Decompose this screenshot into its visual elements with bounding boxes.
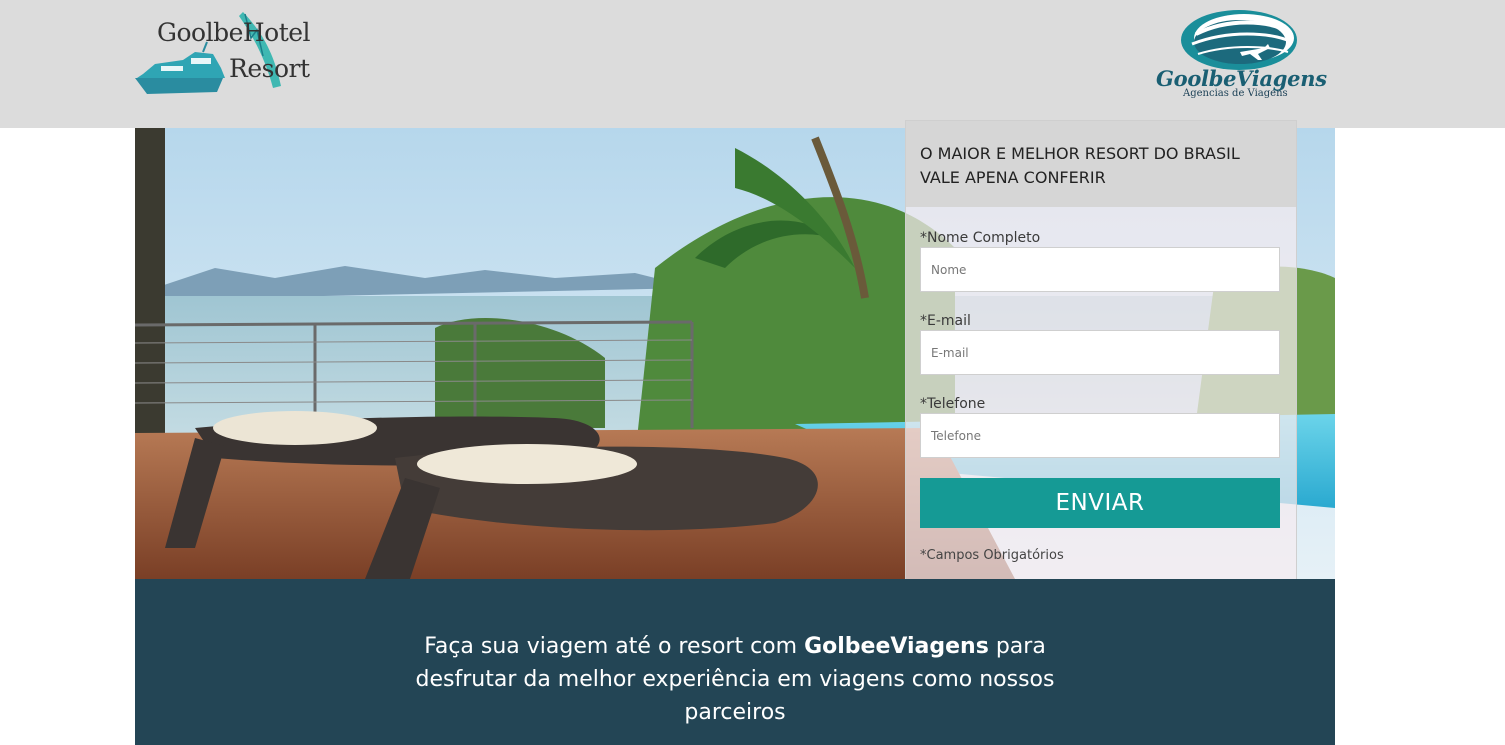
form-heading: O MAIOR E MELHOR RESORT DO BRASIL VALE A… [906,121,1296,207]
submit-button[interactable]: ENVIAR [920,478,1280,528]
form-body: *Nome Completo Nome *E-mail E-mail *Tele… [906,207,1296,563]
required-fields-note: *Campos Obrigatórios [920,548,1064,563]
form-heading-line2: VALE APENA CONFERIR [920,168,1106,187]
logo-text-line1: GoolbeHotel [157,18,311,47]
footer-text-before: Faça sua viagem até o resort com [424,634,805,659]
name-input[interactable]: Nome [920,247,1280,292]
footer-line2: desfrutar da melhor experiência em viage… [415,667,1055,692]
goolbe-viagens-logo[interactable]: GoolbeViagens Agencias de Viagens [1150,8,1340,103]
goolbe-hotel-logo[interactable]: GoolbeHotel Resort [133,8,311,100]
name-label: *Nome Completo [920,230,1041,246]
form-heading-line1: O MAIOR E MELHOR RESORT DO BRASIL [920,144,1240,163]
globe-airplane-icon [1181,10,1297,70]
footer-banner: Faça sua viagem até o resort com GolbeeV… [135,579,1335,745]
site-header: GoolbeHotel Resort GoolbeViagens Agencia… [0,0,1505,128]
email-input[interactable]: E-mail [920,330,1280,375]
phone-placeholder: Telefone [931,428,981,443]
contact-form-panel: O MAIOR E MELHOR RESORT DO BRASIL VALE A… [905,120,1297,596]
logo-text-line2: Resort [229,54,310,83]
name-placeholder: Nome [931,262,967,277]
footer-line1: Faça sua viagem até o resort com GolbeeV… [135,630,1335,663]
email-label: *E-mail [920,313,971,329]
footer-brand: GolbeeViagens [804,634,989,659]
phone-label: *Telefone [920,396,986,412]
phone-input[interactable]: Telefone [920,413,1280,458]
footer-text-after: para [988,634,1046,659]
logo-subtitle: Agencias de Viagens [1183,88,1288,99]
footer-line3: parceiros [684,700,786,725]
email-placeholder: E-mail [931,345,969,360]
